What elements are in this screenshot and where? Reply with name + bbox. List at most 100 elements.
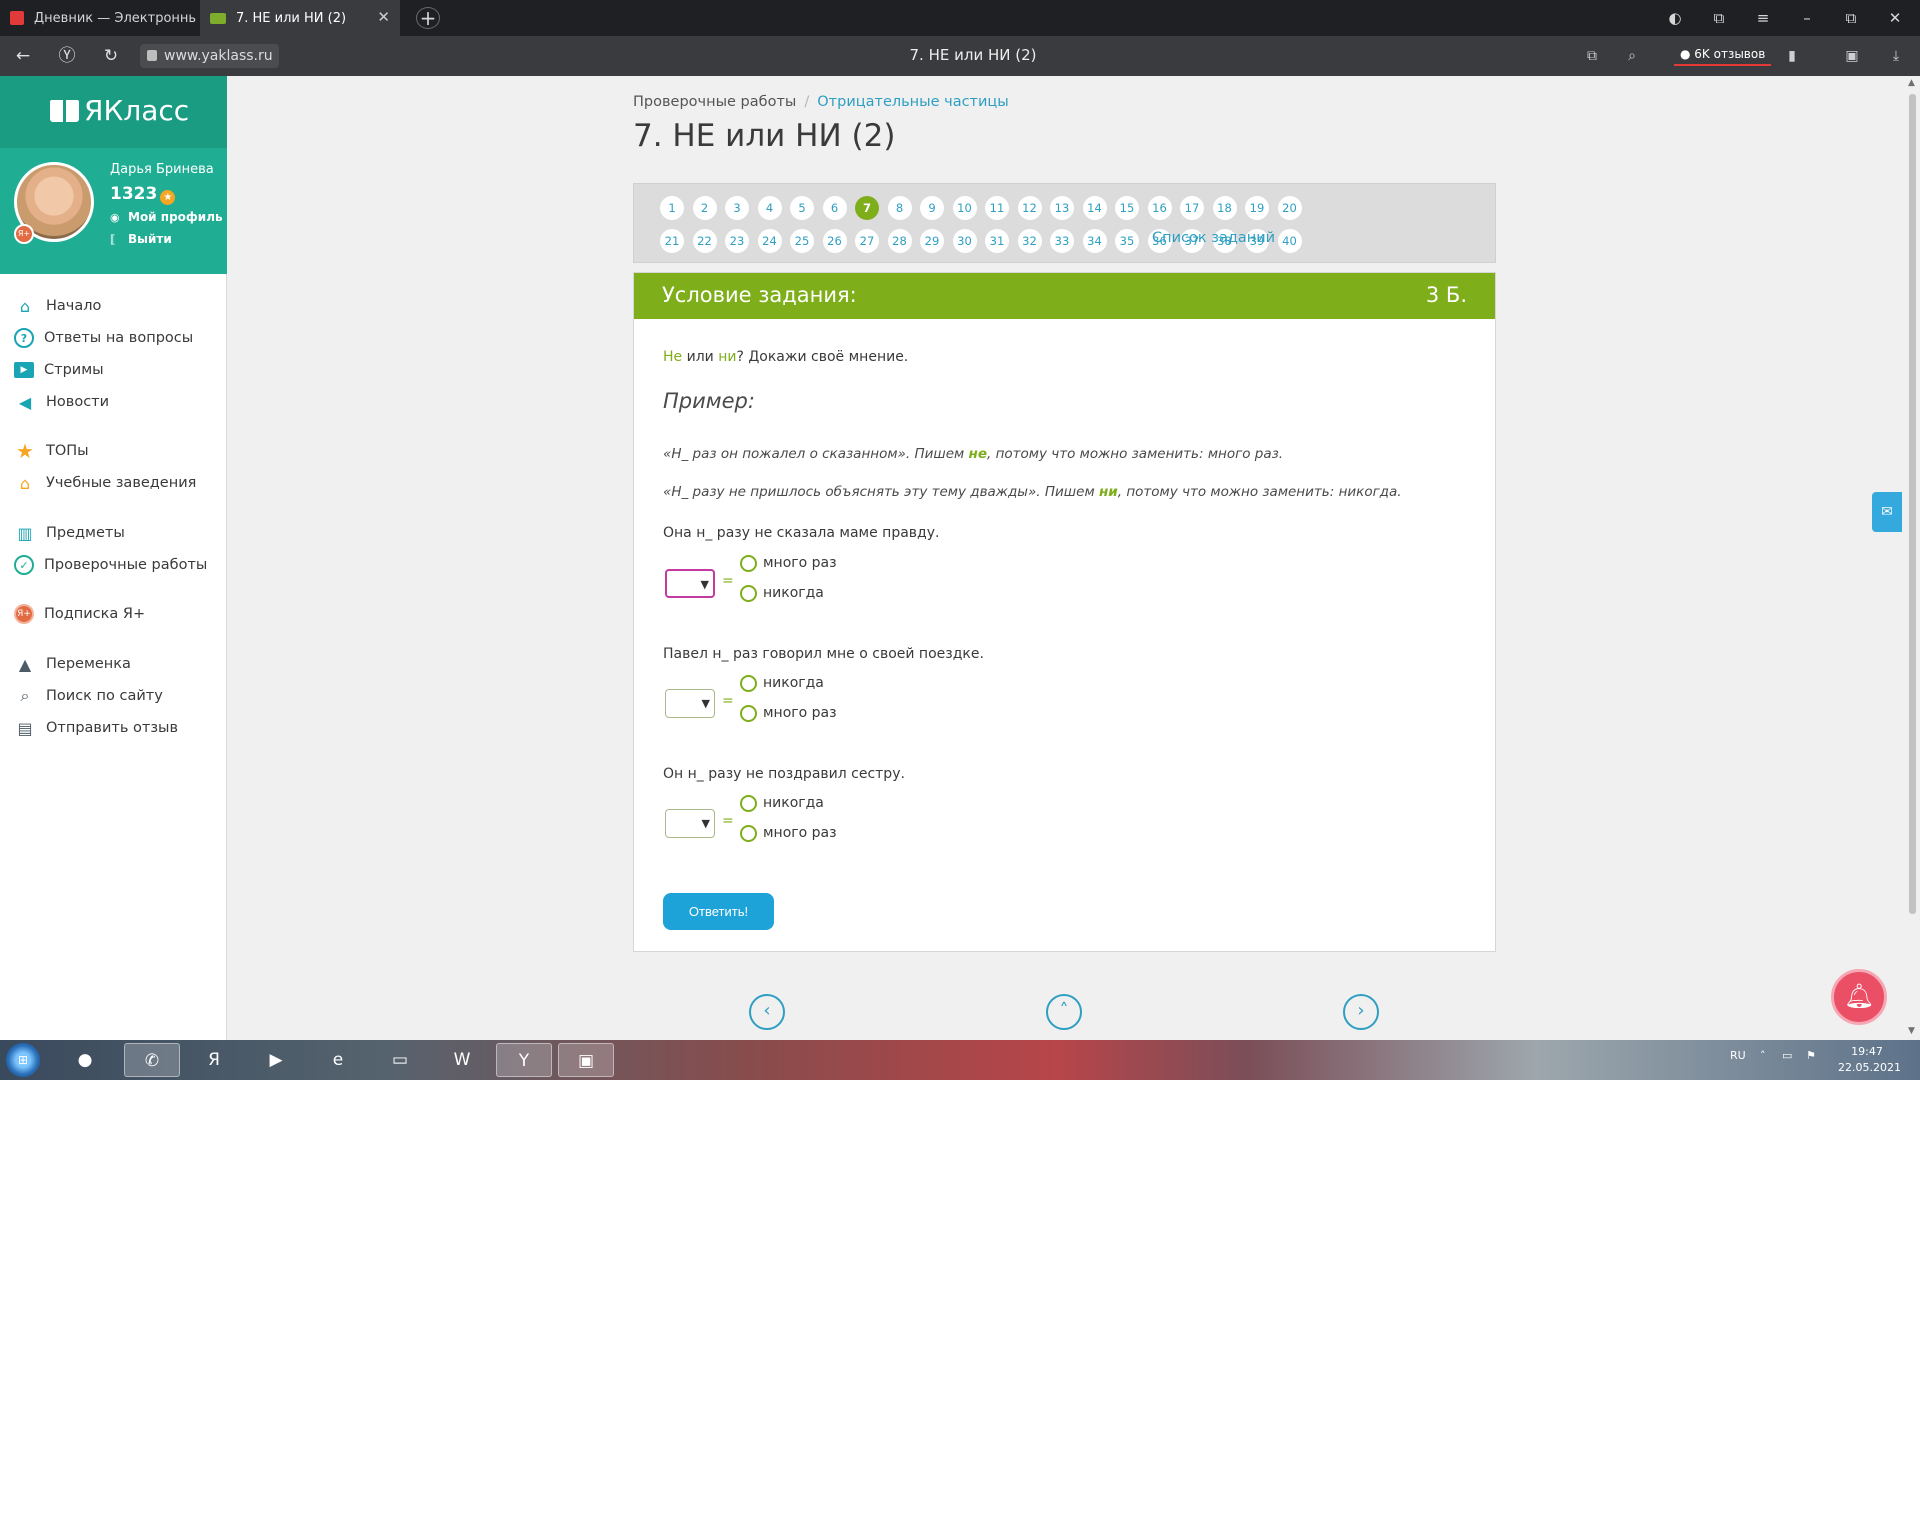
task-number-15[interactable]: 15 bbox=[1115, 196, 1139, 220]
alice-app-icon[interactable]: ● bbox=[58, 1043, 112, 1077]
task-number-34[interactable]: 34 bbox=[1082, 229, 1107, 253]
mail-icon[interactable]: ✉ bbox=[1872, 492, 1902, 532]
task-number-28[interactable]: 28 bbox=[887, 229, 912, 253]
logout-link[interactable]: ⟦ Выйти bbox=[110, 232, 172, 246]
task-number-6[interactable]: 6 bbox=[822, 196, 847, 220]
task-number-19[interactable]: 19 bbox=[1245, 196, 1269, 220]
scroll-down-icon[interactable]: ▼ bbox=[1908, 1026, 1915, 1036]
photo-viewer-icon[interactable]: ▣ bbox=[558, 1043, 614, 1077]
question-1-option-2[interactable]: никогда bbox=[740, 583, 824, 603]
translate-icon[interactable]: ⧉ bbox=[1582, 46, 1602, 66]
task-number-14[interactable]: 14 bbox=[1082, 196, 1107, 220]
task-number-11[interactable]: 11 bbox=[985, 196, 1009, 220]
sidebar-item-break[interactable]: ▲ Переменка bbox=[14, 652, 131, 676]
question-2-option-2[interactable]: много раз bbox=[740, 703, 837, 723]
task-number-3[interactable]: 3 bbox=[725, 196, 749, 220]
collections-icon[interactable]: ⧉ bbox=[1706, 6, 1732, 30]
prev-task-button[interactable]: ‹ bbox=[749, 994, 785, 1030]
task-number-2[interactable]: 2 bbox=[692, 196, 717, 220]
question-2-option-1[interactable]: никогда bbox=[740, 673, 824, 693]
sidebar-item-subjects[interactable]: ▥ Предметы bbox=[14, 521, 124, 545]
task-number-17[interactable]: 17 bbox=[1180, 196, 1204, 220]
task-number-8[interactable]: 8 bbox=[887, 196, 912, 220]
network-icon[interactable]: ▭ bbox=[1782, 1049, 1792, 1062]
task-number-24[interactable]: 24 bbox=[757, 229, 782, 253]
sidebar-item-answers[interactable]: ? Ответы на вопросы bbox=[14, 326, 193, 350]
question-1-option-1[interactable]: много раз bbox=[740, 553, 837, 573]
browser-tab-active[interactable]: 7. НЕ или НИ (2) ✕ bbox=[200, 0, 400, 36]
task-number-29[interactable]: 29 bbox=[920, 229, 944, 253]
task-number-35[interactable]: 35 bbox=[1115, 229, 1139, 253]
menu-button[interactable]: ≡ bbox=[1750, 6, 1776, 30]
yandex-browser-icon[interactable]: Y bbox=[496, 1043, 552, 1077]
file-explorer-icon[interactable]: ▭ bbox=[372, 1043, 428, 1077]
system-clock[interactable]: 19:47 22.05.2021 bbox=[1838, 1044, 1901, 1076]
logo[interactable]: ЯКласс bbox=[0, 76, 227, 148]
task-number-31[interactable]: 31 bbox=[985, 229, 1009, 253]
task-number-22[interactable]: 22 bbox=[692, 229, 717, 253]
new-tab-button[interactable]: + bbox=[416, 7, 440, 29]
task-number-30[interactable]: 30 bbox=[952, 229, 977, 253]
question-3-option-1[interactable]: никогда bbox=[740, 793, 824, 813]
sidebar-item-search[interactable]: ⌕ Поиск по сайту bbox=[14, 684, 163, 708]
sidebar-item-subscription[interactable]: Я+ Подписка Я+ bbox=[14, 602, 145, 626]
find-icon[interactable]: ⌕ bbox=[1622, 46, 1642, 66]
sidebar-item-feedback[interactable]: ▤ Отправить отзыв bbox=[14, 716, 178, 740]
close-tab-icon[interactable]: ✕ bbox=[377, 8, 390, 26]
sidebar-item-schools[interactable]: ⌂ Учебные заведения bbox=[14, 471, 196, 495]
task-number-20[interactable]: 20 bbox=[1277, 196, 1302, 220]
task-number-26[interactable]: 26 bbox=[822, 229, 847, 253]
answer-button[interactable]: Ответить! bbox=[663, 893, 774, 930]
radio-button[interactable] bbox=[740, 554, 757, 572]
extensions-icon[interactable]: ▣ bbox=[1842, 46, 1862, 66]
task-number-25[interactable]: 25 bbox=[790, 229, 814, 253]
question-3-select[interactable]: ▼ bbox=[665, 809, 715, 838]
radio-button[interactable] bbox=[740, 704, 757, 722]
task-number-10[interactable]: 10 bbox=[952, 196, 977, 220]
task-number-32[interactable]: 32 bbox=[1017, 229, 1042, 253]
my-profile-link[interactable]: ◉ Мой профиль bbox=[110, 210, 223, 224]
task-number-12[interactable]: 12 bbox=[1017, 196, 1042, 220]
sidebar-item-streams[interactable]: ▶ Стримы bbox=[14, 358, 104, 382]
scroll-top-button[interactable]: ˄ bbox=[1046, 994, 1082, 1030]
internet-explorer-icon[interactable]: e bbox=[310, 1043, 366, 1077]
task-list-link[interactable]: Список заданий bbox=[1152, 230, 1275, 246]
task-number-9[interactable]: 9 bbox=[920, 196, 944, 220]
task-number-4[interactable]: 4 bbox=[757, 196, 782, 220]
task-number-1[interactable]: 1 bbox=[660, 196, 684, 220]
scroll-up-icon[interactable]: ▲ bbox=[1908, 78, 1915, 88]
radio-button[interactable] bbox=[740, 674, 757, 692]
media-player-icon[interactable]: ▶ bbox=[248, 1043, 304, 1077]
notification-bell-icon[interactable]: 🔔︎ bbox=[1831, 969, 1887, 1025]
task-number-5[interactable]: 5 bbox=[790, 196, 814, 220]
task-number-33[interactable]: 33 bbox=[1050, 229, 1074, 253]
scrollbar-thumb[interactable] bbox=[1909, 94, 1916, 914]
radio-button[interactable] bbox=[740, 824, 757, 842]
browser-tab-diary[interactable]: Дневник — Электронный bbox=[0, 0, 196, 36]
yandex-app-icon[interactable]: Я bbox=[186, 1043, 242, 1077]
radio-button[interactable] bbox=[740, 584, 757, 602]
task-number-7[interactable]: 7 bbox=[855, 196, 879, 220]
task-number-18[interactable]: 18 bbox=[1212, 196, 1237, 220]
sidebar-item-news[interactable]: ◀ Новости bbox=[14, 390, 109, 414]
bookmark-icon[interactable]: ▮ bbox=[1782, 46, 1802, 66]
breadcrumb-current[interactable]: Отрицательные частицы bbox=[817, 94, 1009, 110]
tray-expand-icon[interactable]: ˄ bbox=[1760, 1049, 1766, 1062]
profile-icon[interactable]: ◐ bbox=[1662, 6, 1688, 30]
question-1-select[interactable]: ▼ bbox=[665, 569, 715, 598]
breadcrumb-root[interactable]: Проверочные работы bbox=[633, 94, 796, 110]
page-scrollbar[interactable]: ▲ ▼ bbox=[1904, 76, 1920, 1040]
radio-button[interactable] bbox=[740, 794, 757, 812]
viber-app-icon[interactable]: ✆ bbox=[124, 1043, 180, 1077]
sidebar-item-tests[interactable]: ✓ Проверочные работы bbox=[14, 553, 207, 577]
word-app-icon[interactable]: W bbox=[434, 1043, 490, 1077]
question-3-option-2[interactable]: много раз bbox=[740, 823, 837, 843]
reviews-button[interactable]: ● 6K отзывов bbox=[1674, 44, 1772, 66]
minimize-button[interactable]: – bbox=[1794, 6, 1820, 30]
restore-button[interactable]: ⧉ bbox=[1838, 6, 1864, 30]
question-2-select[interactable]: ▼ bbox=[665, 689, 715, 718]
task-number-16[interactable]: 16 bbox=[1147, 196, 1172, 220]
sidebar-item-home[interactable]: ⌂ Начало bbox=[14, 294, 101, 318]
language-indicator[interactable]: RU bbox=[1730, 1049, 1746, 1062]
task-number-21[interactable]: 21 bbox=[660, 229, 684, 253]
